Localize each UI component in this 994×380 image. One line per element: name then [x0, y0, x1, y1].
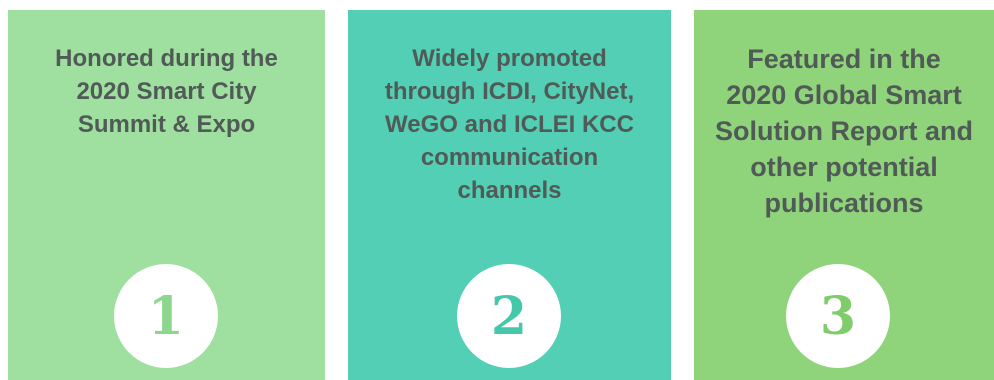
- number-badge-2: 2: [457, 264, 561, 368]
- benefit-text-1: Honored during the 2020 Smart City Summi…: [55, 45, 278, 138]
- number-badge-3: 3: [786, 264, 890, 368]
- benefit-text-2: Widely promoted through ICDI, CityNet, W…: [384, 45, 635, 204]
- benefits-panels: Honored during the 2020 Smart City Summi…: [0, 0, 994, 380]
- benefit-panel-2: Widely promoted through ICDI, CityNet, W…: [348, 10, 671, 380]
- number-badge-1: 1: [114, 264, 218, 368]
- benefit-panel-1: Honored during the 2020 Smart City Summi…: [8, 10, 325, 380]
- benefit-panel-3: Featured in the 2020 Global Smart Soluti…: [694, 10, 994, 380]
- benefit-text-3: Featured in the 2020 Global Smart Soluti…: [715, 44, 973, 218]
